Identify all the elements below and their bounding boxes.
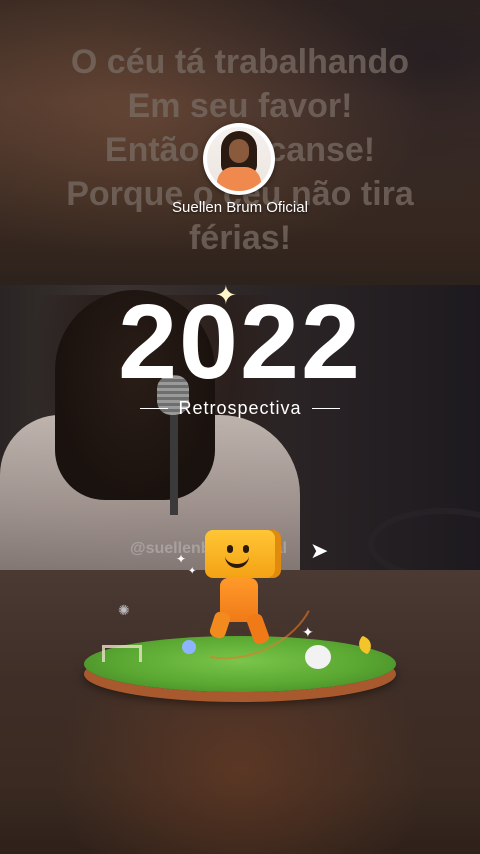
avatar-photo [207,127,271,191]
sparkle-icon: ✺ [118,602,130,618]
divider-line [311,408,340,409]
profile-avatar[interactable] [203,123,275,195]
chick-icon [305,645,331,669]
divider-line [140,408,169,409]
recap-subtitle-row: Retrospectiva [0,398,480,419]
recap-year: 2022 [118,283,362,401]
profile-name: Suellen Brum Oficial [172,199,308,216]
sparkle-icon: ✦ [215,280,237,310]
fence [102,645,142,662]
mascot-smile [225,552,249,568]
sparkle-icon: ✦ [176,552,187,566]
quote-line: Em seu favor! [127,87,353,125]
paper-plane-icon: ➤ [310,538,329,563]
quote-line: O céu tá trabalhando [70,43,410,81]
quote-line: férias! [188,219,292,257]
lamp-shape [368,508,480,570]
sparkle-icon: ✦ [188,566,197,577]
recap-subtitle: Retrospectiva [178,398,302,418]
mic-stand [170,415,178,515]
mascot-head [205,530,275,578]
